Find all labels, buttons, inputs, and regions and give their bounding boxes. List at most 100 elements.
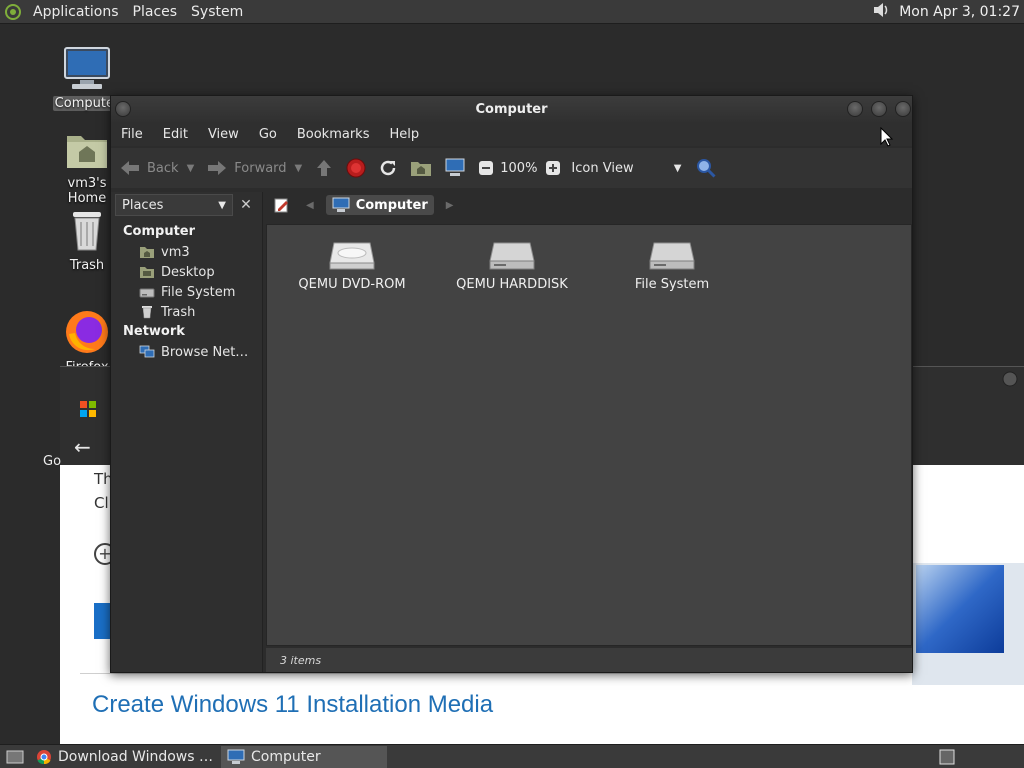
file-item-harddisk[interactable]: QEMU HARDDISK xyxy=(447,239,577,292)
harddisk-icon xyxy=(139,288,155,298)
applications-menu[interactable]: Applications xyxy=(26,4,126,20)
home-folder-icon xyxy=(67,136,107,168)
top-panel: Applications Places System Mon Apr 3, 01… xyxy=(0,0,1024,24)
file-item-file-system[interactable]: File System xyxy=(607,239,737,292)
zoom-in-icon xyxy=(546,161,561,175)
reload-button[interactable] xyxy=(378,158,398,178)
home-button[interactable] xyxy=(410,159,432,177)
computer-icon xyxy=(227,749,245,764)
chevron-down-icon[interactable]: ▼ xyxy=(187,163,195,174)
sidebar-item-vm3[interactable]: vm3 xyxy=(129,242,248,262)
zoom-out-icon xyxy=(479,161,494,175)
search-button[interactable] xyxy=(695,157,717,179)
optical-drive-icon xyxy=(329,242,375,270)
view-mode-select[interactable]: Icon View ▼ xyxy=(571,161,681,176)
forward-button[interactable]: Forward ▼ xyxy=(206,159,302,177)
sidebar-item-desktop[interactable]: Desktop xyxy=(129,262,248,282)
menu-help[interactable]: Help xyxy=(379,127,429,142)
menubar: File Edit View Go Bookmarks Help xyxy=(111,122,912,146)
taskbar-item-computer[interactable]: Computer xyxy=(220,745,387,768)
maximize-button[interactable] xyxy=(871,101,887,117)
up-arrow-icon xyxy=(317,160,332,176)
task-label: Computer xyxy=(250,748,321,765)
sidebar-item-label: Browse Net… xyxy=(161,344,249,360)
chevron-down-icon[interactable]: ▼ xyxy=(295,163,303,174)
chevron-right-icon[interactable]: ▶ xyxy=(446,200,454,211)
home-folder-icon xyxy=(411,162,432,176)
taskbar-item-browser[interactable]: Download Windows … xyxy=(30,746,219,768)
sidebar-group-computer: Computer xyxy=(123,224,196,239)
desktop-folder-icon xyxy=(140,267,154,278)
zoom-out-button[interactable] xyxy=(478,160,494,176)
trash-icon xyxy=(73,212,101,251)
search-icon xyxy=(697,159,716,178)
gnome-foot-icon[interactable] xyxy=(0,0,26,24)
menu-view[interactable]: View xyxy=(198,127,249,142)
chevron-down-icon: ▼ xyxy=(673,162,682,174)
sidebar-item-label: vm3 xyxy=(161,244,190,260)
trash-icon xyxy=(142,306,152,319)
view-mode-label: Icon View xyxy=(571,160,634,176)
places-menu[interactable]: Places xyxy=(126,4,185,20)
filesystem-icon xyxy=(649,242,695,270)
task-label: Download Windows … xyxy=(58,748,213,765)
sidebar-item-label: File System xyxy=(161,284,236,300)
menu-edit[interactable]: Edit xyxy=(153,127,198,142)
sidebar-item-file-system[interactable]: File System xyxy=(129,282,248,302)
file-item-label: QEMU HARDDISK xyxy=(456,277,568,292)
file-item-label: QEMU DVD-ROM xyxy=(298,277,406,292)
menu-go[interactable]: Go xyxy=(249,127,287,142)
edit-location-icon[interactable] xyxy=(272,195,292,215)
places-tree: Computer vm3 Desktop File System Trash N… xyxy=(123,222,248,362)
zoom-in-button[interactable] xyxy=(545,160,561,176)
back-arrow-icon[interactable]: ← xyxy=(74,435,91,459)
icon-view[interactable]: QEMU DVD-ROM QEMU HARDDISK File System xyxy=(266,224,912,646)
file-manager-window[interactable]: Computer File Edit View Go Bookmarks Hel… xyxy=(110,95,913,673)
back-label: Back xyxy=(147,160,179,176)
sidebar-close-icon[interactable]: ✕ xyxy=(235,194,257,216)
chevron-down-icon: ▼ xyxy=(218,199,226,211)
places-sidebar: Places ▼ ✕ Computer vm3 Desktop File Sys… xyxy=(111,192,263,672)
desktop-icon-label: Trash xyxy=(69,258,105,273)
forward-arrow-icon xyxy=(208,161,227,175)
sidebar-item-browse-network[interactable]: Browse Net… xyxy=(129,342,248,362)
menu-file[interactable]: File xyxy=(111,127,153,142)
close-button[interactable] xyxy=(895,101,911,117)
section-heading: Create Windows 11 Installation Media xyxy=(92,691,494,718)
sidebar-header-label: Places xyxy=(122,197,164,213)
breadcrumb-computer[interactable]: Computer xyxy=(325,195,434,215)
chrome-icon xyxy=(37,749,51,764)
firefox-icon xyxy=(66,311,108,353)
reload-icon xyxy=(381,160,396,176)
toolbar: Back ▼ Forward ▼ 100% Icon View ▼ xyxy=(111,148,912,188)
sidebar-item-trash[interactable]: Trash xyxy=(129,302,248,322)
workspace-switcher-icon[interactable] xyxy=(938,747,958,767)
up-button[interactable] xyxy=(314,158,334,178)
computer-button[interactable] xyxy=(444,158,466,178)
show-desktop-icon[interactable] xyxy=(0,746,30,768)
zoom-level: 100% xyxy=(500,160,538,176)
sidebar-group-network: Network xyxy=(123,324,185,339)
chevron-left-icon[interactable]: ◀ xyxy=(306,200,314,211)
windows-logo-icon xyxy=(80,401,96,417)
stop-button[interactable] xyxy=(346,158,366,178)
back-arrow-icon xyxy=(121,161,139,175)
volume-icon[interactable] xyxy=(871,1,891,23)
window-titlebar[interactable]: Computer xyxy=(111,96,912,122)
sidebar-item-label: Desktop xyxy=(161,264,215,280)
window-menu-button[interactable] xyxy=(115,101,131,117)
file-item-dvd-rom[interactable]: QEMU DVD-ROM xyxy=(287,239,417,292)
system-menu[interactable]: System xyxy=(184,4,250,20)
window-button-icon[interactable] xyxy=(1002,371,1018,387)
clock[interactable]: Mon Apr 3, 01:27 xyxy=(899,4,1020,20)
stop-icon xyxy=(346,158,366,178)
sidebar-mode-select[interactable]: Places ▼ xyxy=(115,194,233,216)
minimize-button[interactable] xyxy=(847,101,863,117)
back-button[interactable]: Back ▼ xyxy=(119,159,194,177)
window-title: Computer xyxy=(475,101,548,117)
menu-bookmarks[interactable]: Bookmarks xyxy=(287,127,380,142)
bottom-panel: Download Windows … Computer xyxy=(0,744,1024,768)
desktop-left-label: Go xyxy=(43,454,62,469)
divider xyxy=(80,673,710,674)
mouse-cursor-icon xyxy=(880,127,894,147)
